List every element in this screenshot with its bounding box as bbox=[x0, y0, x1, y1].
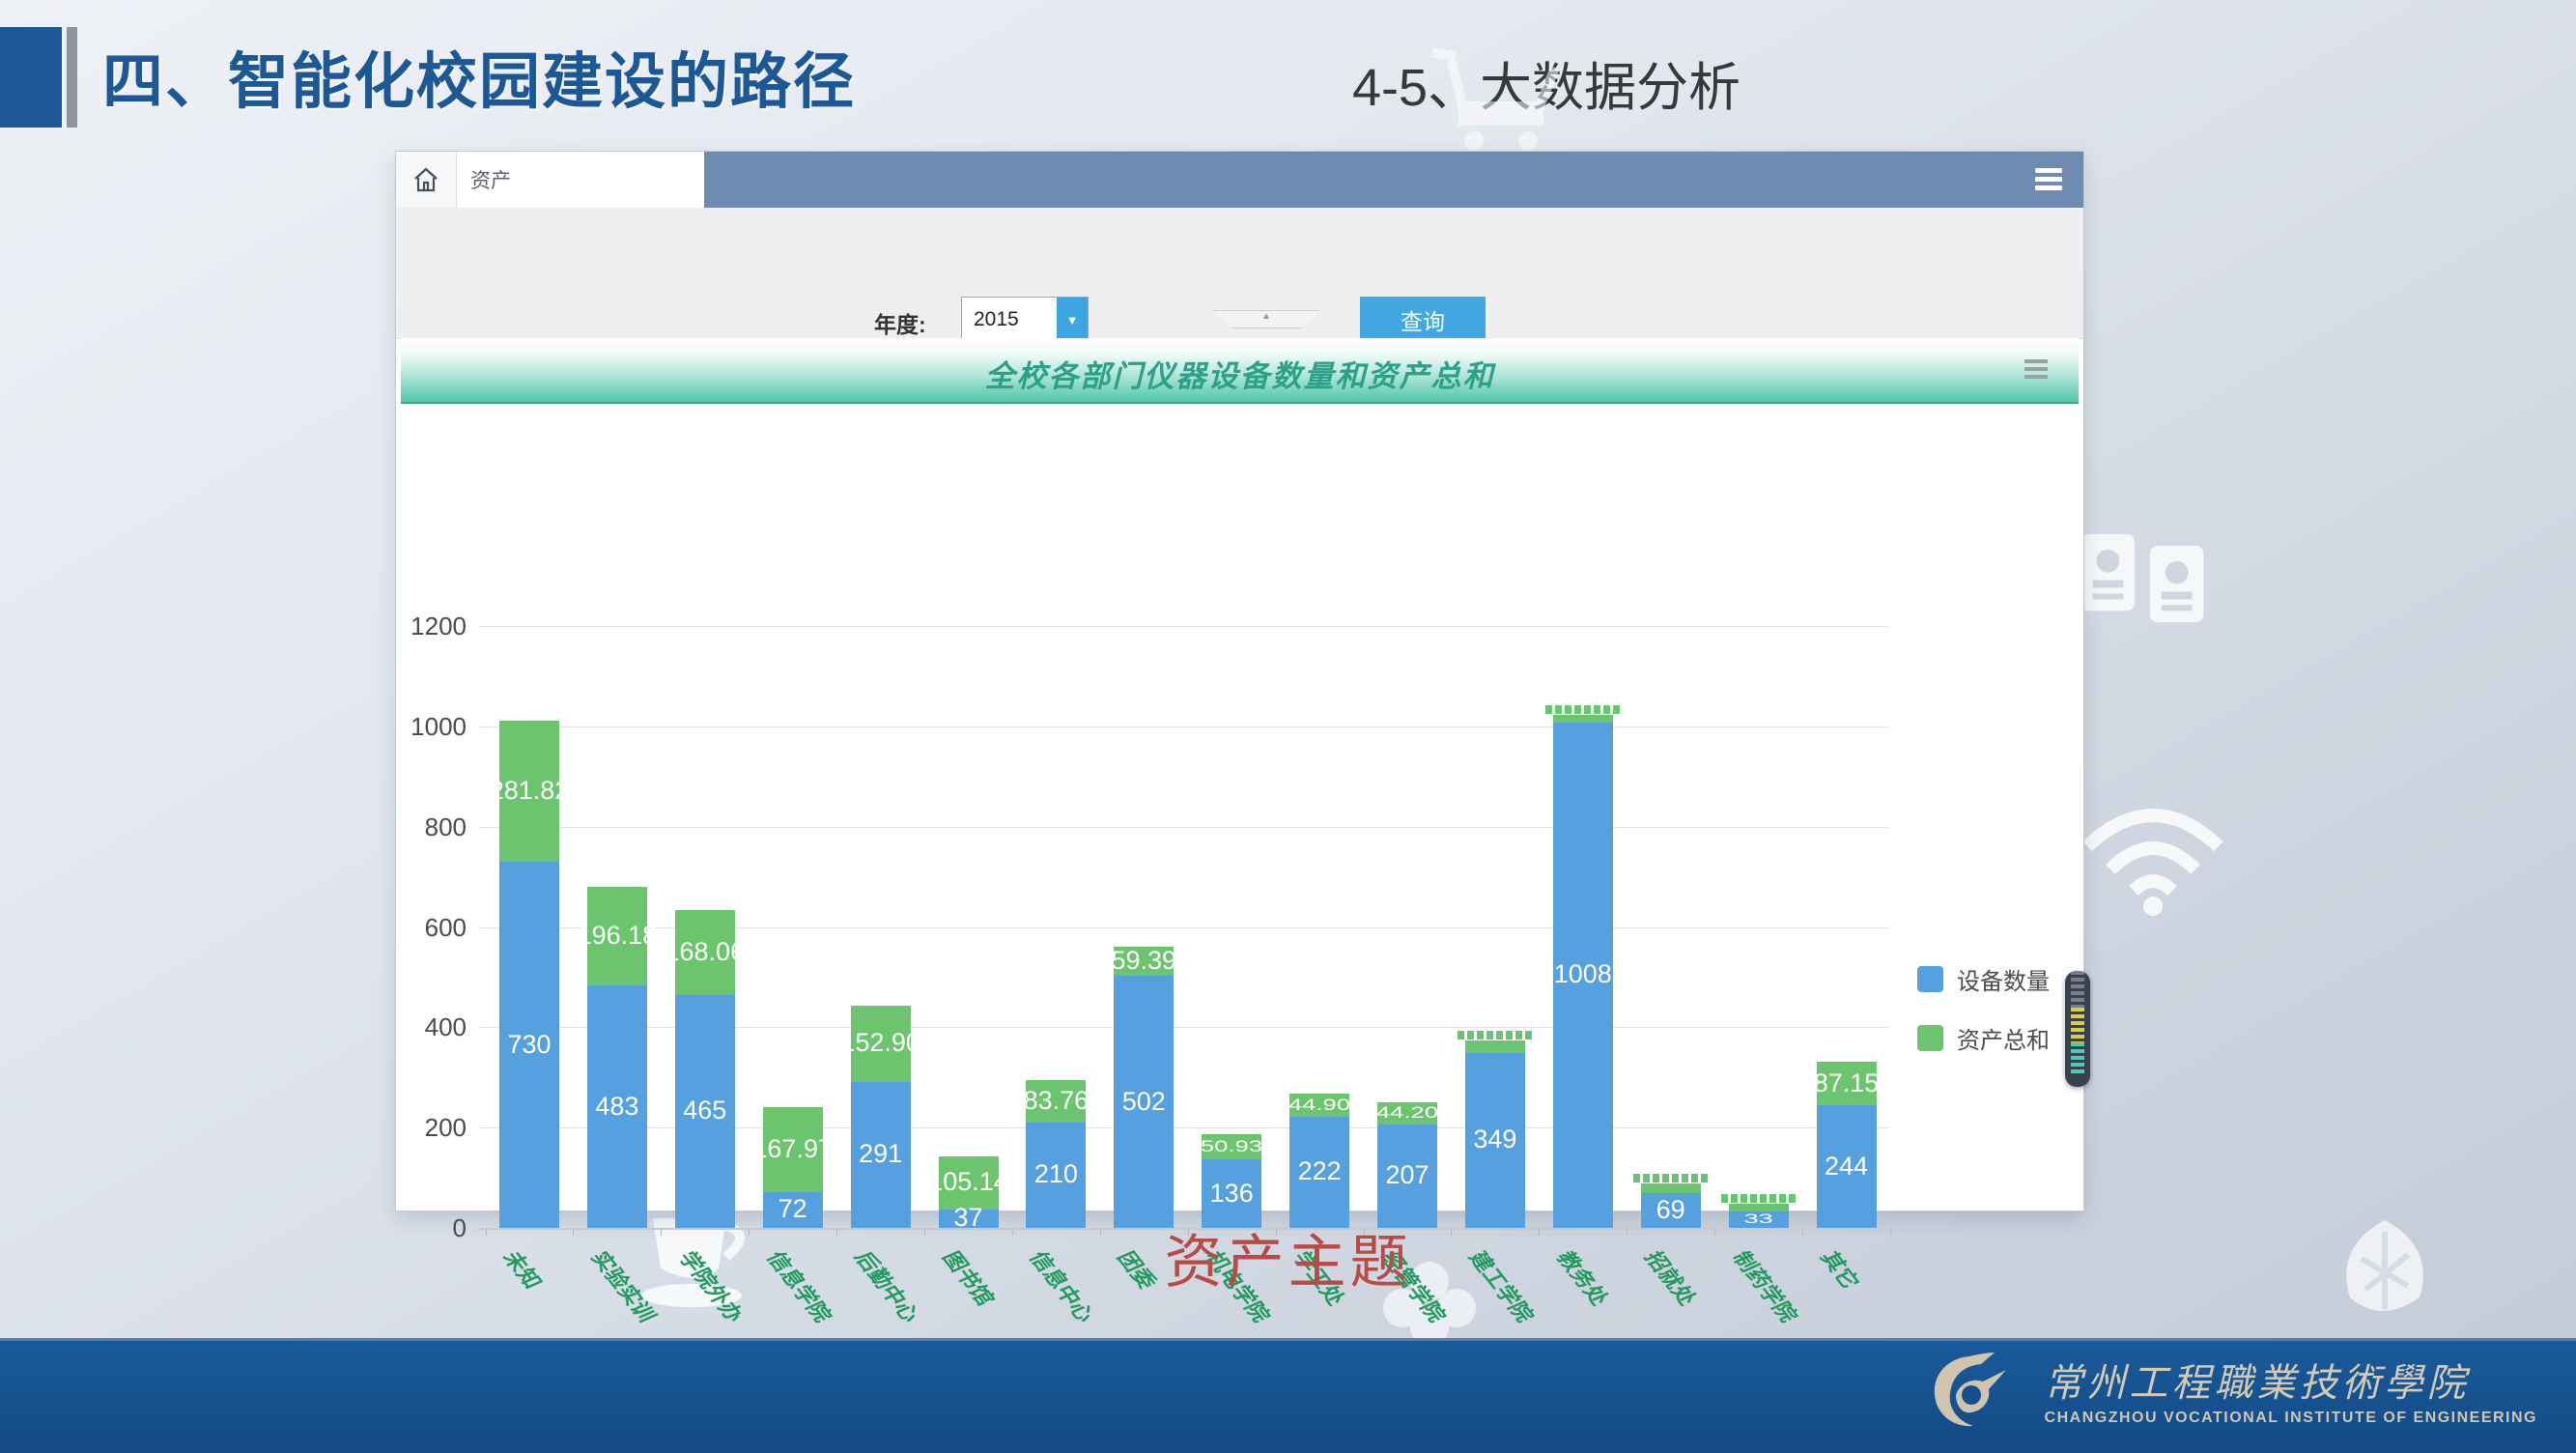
bar-value-assets: 152.90 bbox=[823, 1028, 939, 1058]
bar-value-equipment: 502 bbox=[1086, 1087, 1202, 1117]
slide-caption: 资产主题 bbox=[0, 1215, 2576, 1299]
school-name-cn: 常州工程職業技術學院 bbox=[2045, 1357, 2537, 1410]
y-axis-tick-label: 1200 bbox=[401, 612, 467, 641]
app-window: 资产 年度: 2015 ▼ 查询 ▲ 全校各部门仪器设备数量和资产总和 0200… bbox=[396, 152, 2083, 1211]
watermark-wifi-icon bbox=[2072, 800, 2236, 916]
bar-value-assets: 50.93 bbox=[1176, 1137, 1287, 1155]
bar-value-equipment: 1008 bbox=[1525, 959, 1641, 989]
chart-menu-icon[interactable] bbox=[2024, 359, 2048, 383]
chevron-down-icon: ▼ bbox=[1057, 298, 1088, 342]
gridline-800 bbox=[478, 827, 1888, 828]
bar-value-assets-illegible bbox=[1458, 1031, 1533, 1040]
year-select[interactable]: 2015 ▼ bbox=[961, 297, 1089, 343]
home-icon bbox=[411, 165, 440, 194]
watermark-id-badges-icon bbox=[2077, 527, 2212, 638]
bar-value-equipment: 349 bbox=[1437, 1125, 1553, 1154]
bar-value-assets: 87.15 bbox=[1789, 1068, 1905, 1098]
year-select-value: 2015 bbox=[962, 298, 1057, 342]
section-title: 四、智能化校园建设的路径 bbox=[102, 33, 856, 121]
window-menu-icon[interactable] bbox=[2035, 168, 2062, 191]
bar-value-equipment: 465 bbox=[647, 1096, 763, 1125]
chart-title: 全校各部门仪器设备数量和资产总和 bbox=[401, 352, 2079, 395]
slide-subtitle: 4-5、大数据分析 bbox=[1352, 44, 1741, 121]
bar-value-equipment: 244 bbox=[1789, 1152, 1905, 1182]
bar-value-assets: 281.82 bbox=[471, 776, 587, 806]
year-label: 年度: bbox=[874, 306, 926, 339]
bar-value-equipment: 730 bbox=[471, 1030, 587, 1060]
bar-建工学院-assets bbox=[1465, 1040, 1525, 1052]
bar-value-equipment: 207 bbox=[1349, 1160, 1465, 1190]
bar-value-equipment: 210 bbox=[998, 1159, 1114, 1189]
bar-value-assets-illegible bbox=[1721, 1194, 1797, 1203]
query-button[interactable]: 查询 bbox=[1360, 297, 1486, 343]
y-axis-tick-label: 800 bbox=[401, 812, 467, 842]
window-edge-widget[interactable] bbox=[2065, 971, 2090, 1087]
bar-value-assets-illegible bbox=[1633, 1174, 1709, 1182]
tab-label: 资产 bbox=[470, 165, 511, 194]
bar-教务处-assets bbox=[1553, 715, 1613, 723]
corner-accent-bar bbox=[67, 27, 77, 128]
gridline-1200 bbox=[478, 626, 1888, 627]
y-axis-tick-label: 600 bbox=[401, 913, 467, 943]
gridline-1000 bbox=[478, 726, 1888, 727]
y-axis-tick-label: 200 bbox=[401, 1113, 467, 1143]
footer-bar: 常州工程職業技術學院 CHANGZHOU VOCATIONAL INSTITUT… bbox=[0, 1338, 2576, 1453]
bar-value-equipment: 291 bbox=[823, 1139, 939, 1169]
legend-label: 设备数量 bbox=[1957, 962, 2050, 996]
legend-swatch bbox=[1917, 966, 1943, 992]
bar-chart-plot: 020040060080010001200730281.82未知483196.1… bbox=[401, 402, 2079, 1208]
window-titlebar: 资产 bbox=[396, 152, 2083, 208]
legend-swatch bbox=[1917, 1025, 1943, 1051]
school-logo-swoosh-icon bbox=[1927, 1351, 2020, 1434]
bar-value-assets: 168.06 bbox=[647, 937, 763, 967]
tab-assets[interactable]: 资产 bbox=[457, 152, 704, 208]
bar-value-assets: 59.39 bbox=[1086, 946, 1202, 976]
chart-panel: 全校各部门仪器设备数量和资产总和 02004006008001000120073… bbox=[401, 338, 2079, 1208]
bar-招就处-assets bbox=[1641, 1183, 1701, 1193]
legend-item-设备数量[interactable]: 设备数量 bbox=[1917, 962, 2050, 996]
bar-制药学院-assets bbox=[1729, 1204, 1789, 1211]
y-axis-tick-label: 1000 bbox=[401, 712, 467, 742]
slide-background: 四、智能化校园建设的路径 4-5、大数据分析 bbox=[0, 0, 2576, 1450]
legend-label: 资产总和 bbox=[1957, 1021, 2050, 1055]
bar-value-assets-illegible bbox=[1545, 705, 1621, 714]
chart-legend: 设备数量资产总和 bbox=[1917, 962, 2050, 1080]
home-button[interactable] bbox=[396, 152, 457, 208]
y-axis-tick-label: 400 bbox=[401, 1012, 467, 1042]
bar-value-assets: 44.20 bbox=[1352, 1103, 1462, 1122]
chart-header: 全校各部门仪器设备数量和资产总和 bbox=[401, 338, 2079, 404]
legend-item-资产总和[interactable]: 资产总和 bbox=[1917, 1021, 2050, 1055]
school-name-en: CHANGZHOU VOCATIONAL INSTITUTE OF ENGINE… bbox=[2045, 1410, 2537, 1427]
corner-accent-block bbox=[0, 27, 62, 128]
school-logo: 常州工程職業技術學院 CHANGZHOU VOCATIONAL INSTITUT… bbox=[1927, 1351, 2537, 1434]
